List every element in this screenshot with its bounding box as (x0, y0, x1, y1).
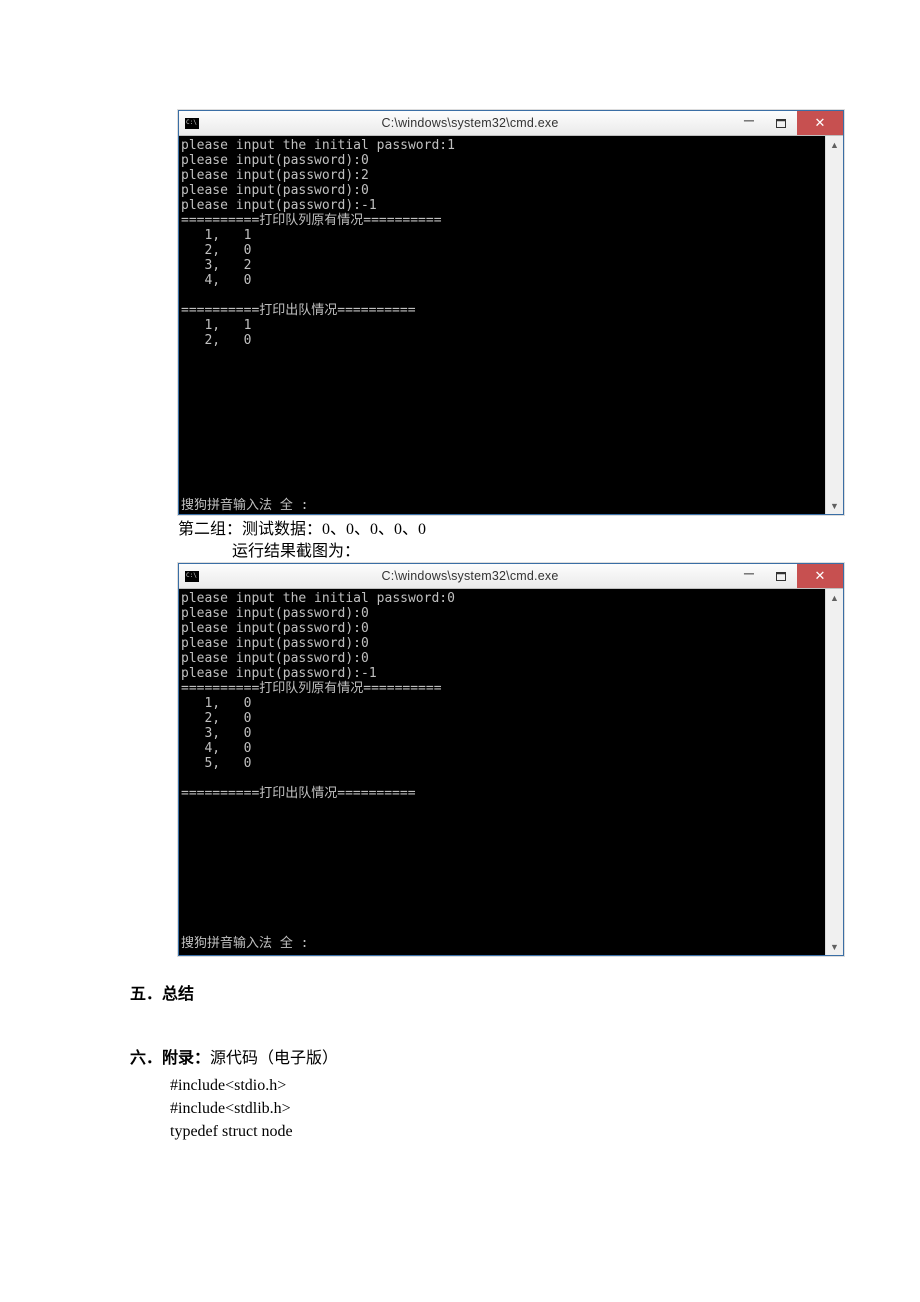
close-button[interactable]: ✕ (797, 111, 843, 135)
close-button[interactable]: ✕ (797, 564, 843, 588)
console-output: please input the initial password:1 plea… (179, 136, 825, 514)
maximize-button[interactable] (765, 111, 797, 135)
titlebar: C:\windows\system32\cmd.exe ─ ✕ (179, 564, 843, 589)
cmd-window-2: C:\windows\system32\cmd.exe ─ ✕ please i… (178, 563, 844, 956)
window-title: C:\windows\system32\cmd.exe (207, 569, 733, 583)
heading-6-subtitle: 源代码（电子版） (210, 1050, 338, 1067)
console-output: please input the initial password:0 plea… (179, 589, 825, 955)
code-line: typedef struct node (170, 1120, 790, 1143)
console-body: please input the initial password:1 plea… (179, 136, 843, 514)
minimize-button[interactable]: ─ (733, 108, 765, 132)
cmd-icon (185, 571, 199, 582)
scrollbar[interactable]: ▲ ▼ (825, 136, 843, 514)
scroll-down-icon[interactable]: ▼ (826, 497, 843, 514)
heading-6-bold: 六．附录： (130, 1050, 210, 1067)
titlebar: C:\windows\system32\cmd.exe ─ ✕ (179, 111, 843, 136)
window-controls: ─ ✕ (733, 564, 843, 588)
maximize-button[interactable] (765, 564, 797, 588)
scroll-track[interactable] (826, 153, 843, 497)
section-5-heading: 五．总结 (130, 980, 790, 1004)
window-controls: ─ ✕ (733, 111, 843, 135)
scroll-up-icon[interactable]: ▲ (826, 136, 843, 153)
test-group-caption: 第二组：测试数据：0、0、0、0、0 (178, 519, 790, 541)
scrollbar[interactable]: ▲ ▼ (825, 589, 843, 955)
window-title: C:\windows\system32\cmd.exe (207, 116, 733, 130)
code-line: #include<stdlib.h> (170, 1097, 790, 1120)
section-6-heading: 六．附录：源代码（电子版） (130, 1044, 790, 1068)
result-caption: 运行结果截图为： (232, 541, 790, 563)
minimize-button[interactable]: ─ (733, 561, 765, 585)
scroll-up-icon[interactable]: ▲ (826, 589, 843, 606)
scroll-down-icon[interactable]: ▼ (826, 938, 843, 955)
code-line: #include<stdio.h> (170, 1074, 790, 1097)
scroll-track[interactable] (826, 606, 843, 938)
cmd-icon (185, 118, 199, 129)
console-body: please input the initial password:0 plea… (179, 589, 843, 955)
cmd-window-1: C:\windows\system32\cmd.exe ─ ✕ please i… (178, 110, 844, 515)
